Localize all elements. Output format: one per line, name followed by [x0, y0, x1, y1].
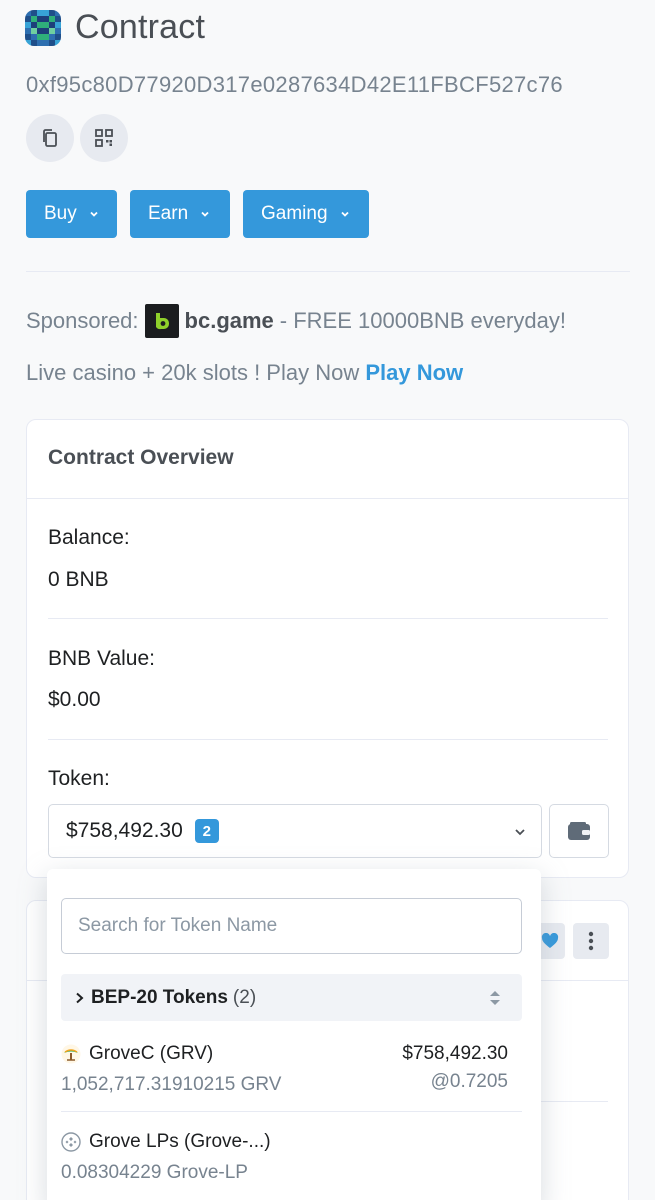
copy-address-button[interactable]	[26, 114, 74, 162]
token-list-item[interactable]: Grove LPs (Grove-...) 0.08304229 Grove-L…	[61, 1127, 522, 1187]
row-divider	[48, 739, 608, 740]
group-title: BEP-20 Tokens	[91, 986, 228, 1008]
chevron-down-icon	[515, 829, 525, 836]
copy-icon	[43, 129, 57, 147]
wallet-icon	[568, 822, 590, 840]
sponsor-text: - FREE 10000BNB everyday!	[279, 308, 566, 333]
wallet-button[interactable]	[549, 804, 609, 858]
token-holdings-select[interactable]: $758,492.30 2	[48, 804, 542, 858]
chevron-down-icon	[90, 211, 98, 217]
token-name: Grove LPs (Grove-...)	[89, 1131, 271, 1152]
token-name: GroveC (GRV)	[89, 1043, 214, 1064]
bnb-value-amount: $0.00	[48, 688, 101, 711]
balance-value: 0 BNB	[48, 568, 109, 591]
token-label: Token:	[48, 767, 110, 790]
earn-menu-label: Earn	[148, 203, 189, 224]
chevron-right-icon	[76, 992, 84, 1003]
qr-code-icon	[95, 129, 113, 147]
contract-avatar-icon	[25, 9, 61, 46]
token-total-value: $758,492.30	[66, 819, 183, 842]
row-divider	[48, 618, 608, 619]
sponsor-brand-link[interactable]: bc.game	[185, 308, 274, 334]
gaming-menu-button[interactable]: Gaming	[243, 190, 369, 238]
chevron-down-icon	[201, 211, 209, 217]
token-usd-value: $758,492.30	[402, 1043, 508, 1064]
page-title: Contract	[75, 8, 206, 46]
grovec-token-icon	[61, 1044, 81, 1064]
bc-game-logo-icon[interactable]	[144, 304, 179, 338]
more-options-button[interactable]	[573, 923, 609, 959]
contract-address: 0xf95c80D77920D317e0287634D42E11FBCF527c…	[26, 72, 563, 97]
sponsor-line2-text: Live casino + 20k slots ! Play Now	[26, 360, 360, 385]
contract-overview-card: Contract Overview Balance: 0 BNB BNB Val…	[26, 419, 629, 878]
token-amount: 0.08304229 Grove-LP	[61, 1162, 248, 1183]
gaming-menu-label: Gaming	[261, 203, 328, 224]
bep20-group-header[interactable]: BEP-20 Tokens (2)	[61, 974, 522, 1021]
more-vertical-icon	[588, 931, 594, 951]
bnb-token-icon	[61, 1132, 81, 1152]
sponsor-line: Sponsored: bc.game - FREE 10000BNB every…	[26, 304, 566, 338]
qr-code-button[interactable]	[80, 114, 128, 162]
sponsor-line-2: Live casino + 20k slots ! Play Now Play …	[26, 360, 463, 386]
earn-menu-button[interactable]: Earn	[130, 190, 230, 238]
token-dropdown: BEP-20 Tokens (2) GroveC (GRV) 1,052,717…	[47, 869, 541, 1200]
chevron-down-icon	[340, 211, 349, 217]
token-list-item[interactable]: GroveC (GRV) 1,052,717.31910215 GRV $758…	[61, 1039, 522, 1099]
list-divider	[61, 1111, 522, 1112]
sponsor-prefix: Sponsored:	[26, 308, 139, 333]
section-divider	[26, 271, 630, 272]
token-rate: @0.7205	[430, 1071, 508, 1092]
bnb-value-label: BNB Value:	[48, 647, 155, 670]
sort-icon[interactable]	[488, 988, 502, 1008]
play-now-link[interactable]: Play Now	[365, 360, 463, 385]
heart-icon	[541, 933, 559, 948]
page-header: Contract	[25, 8, 205, 47]
balance-label: Balance:	[48, 526, 130, 549]
buy-menu-label: Buy	[44, 203, 77, 224]
token-search-input[interactable]	[61, 898, 522, 954]
token-count-badge: 2	[194, 819, 219, 843]
buy-menu-button[interactable]: Buy	[26, 190, 117, 238]
contract-overview-title: Contract Overview	[27, 420, 628, 499]
group-count: (2)	[232, 986, 257, 1008]
